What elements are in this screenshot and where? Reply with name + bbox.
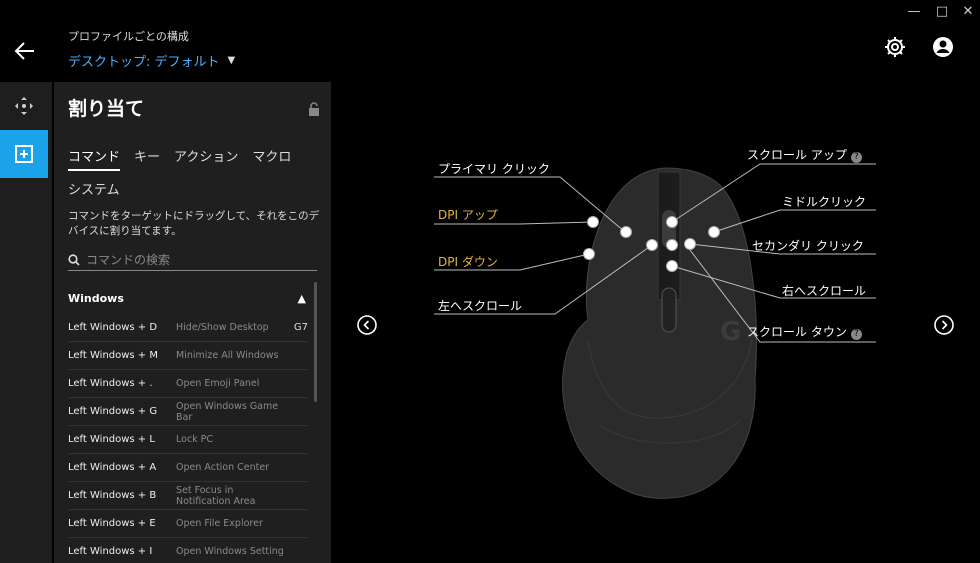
command-action: Lock PC	[176, 434, 214, 445]
maximize-button[interactable]: □	[932, 4, 952, 19]
command-search[interactable]: コマンドの検索	[68, 249, 317, 271]
tab-system[interactable]: システム	[68, 179, 120, 202]
chevron-up-icon: ▲	[297, 292, 306, 305]
assignments-panel: 割り当て コマンド キー アクション マクロ システム コマンドをターゲットにド…	[54, 82, 331, 563]
minimize-button[interactable]: —	[904, 4, 924, 19]
label-right-scroll[interactable]: 右へスクロール	[782, 282, 866, 299]
lock-icon[interactable]	[308, 102, 320, 116]
label-scroll-up-text: スクロール アップ	[747, 148, 847, 162]
panel-title: 割り当て	[68, 98, 145, 120]
command-key: Left Windows + I	[68, 546, 153, 557]
command-action: Open Windows Setting	[176, 546, 284, 557]
hotspot-scroll-down[interactable]	[666, 260, 678, 272]
command-action: Open Windows Game Bar	[176, 400, 279, 423]
command-row[interactable]: Left Windows + B Set Focus in Notificati…	[68, 482, 308, 510]
label-middle-click[interactable]: ミドルクリック	[782, 193, 866, 210]
command-row[interactable]: Left Windows + A Open Action Center	[68, 454, 308, 482]
back-button[interactable]	[12, 40, 38, 62]
command-key: Left Windows + E	[68, 518, 156, 529]
label-scroll-down[interactable]: スクロール タウン?	[747, 323, 862, 340]
add-square-icon	[15, 145, 33, 163]
command-key: Left Windows + A	[68, 462, 157, 473]
search-icon	[68, 253, 80, 266]
command-action: Open Emoji Panel	[176, 378, 260, 389]
brand-logo: G	[720, 317, 741, 347]
label-primary-click[interactable]: プライマリ クリック	[438, 160, 550, 177]
profile-value: デスクトップ: デフォルト	[68, 55, 220, 70]
group-header-windows[interactable]: Windows ▲	[68, 292, 306, 305]
rail-move-button[interactable]	[0, 82, 48, 130]
label-scroll-up[interactable]: スクロール アップ?	[747, 146, 862, 163]
command-assigned-tag: G7	[293, 322, 308, 333]
command-key: Left Windows + M	[68, 350, 158, 361]
command-action: Set Focus in Notification Area	[176, 484, 256, 507]
command-row[interactable]: Left Windows + D Hide/Show Desktop G7	[68, 314, 308, 342]
tab-keys[interactable]: キー	[134, 146, 160, 171]
hotspot-dpi-up[interactable]	[587, 216, 599, 228]
help-icon[interactable]: ?	[850, 152, 862, 163]
command-row[interactable]: Left Windows + M Minimize All Windows	[68, 342, 308, 370]
left-rail	[0, 82, 52, 563]
assign-description: コマンドをターゲットにドラッグして、それをこのデバイスに割り当てます。	[68, 210, 320, 237]
settings-button[interactable]	[884, 36, 906, 58]
label-scroll-down-text: スクロール タウン	[747, 325, 847, 339]
command-key: Left Windows + .	[68, 378, 153, 389]
command-key: Left Windows + G	[68, 406, 158, 417]
list-scrollbar[interactable]	[314, 282, 317, 402]
profile-dropdown[interactable]: デスクトップ: デフォルト ▼	[68, 51, 235, 70]
hotspot-middle-click[interactable]	[666, 239, 678, 251]
tab-actions[interactable]: アクション	[174, 146, 238, 171]
chevron-left-icon	[357, 315, 377, 335]
command-action: Open Action Center	[176, 462, 270, 473]
command-key: Left Windows + L	[68, 434, 155, 445]
command-row[interactable]: Left Windows + . Open Emoji Panel	[68, 370, 308, 398]
command-row[interactable]: Left Windows + L Lock PC	[68, 426, 308, 454]
close-button[interactable]: ✕	[958, 4, 978, 19]
help-icon[interactable]: ?	[850, 329, 862, 340]
command-list: Left Windows + D Hide/Show Desktop G7 Le…	[68, 314, 308, 563]
chevron-down-icon: ▼	[227, 55, 236, 66]
hotspot-primary-click[interactable]	[620, 226, 632, 238]
hotspot-secondary-click[interactable]	[708, 226, 720, 238]
gear-icon	[885, 37, 905, 57]
label-dpi-down[interactable]: DPI ダウン	[438, 253, 498, 270]
assign-tabs: コマンド キー アクション マクロ システム	[68, 146, 318, 202]
command-row[interactable]: Left Windows + E Open File Explorer	[68, 510, 308, 538]
tab-commands[interactable]: コマンド	[68, 146, 121, 171]
label-secondary-click[interactable]: セカンダリ クリック	[752, 237, 864, 254]
label-dpi-up[interactable]: DPI アップ	[438, 206, 498, 223]
account-button[interactable]	[932, 36, 954, 58]
profile-label: プロファイルごとの構成	[68, 30, 189, 43]
command-key: Left Windows + D	[68, 322, 158, 333]
command-action: Open File Explorer	[176, 518, 263, 529]
search-placeholder: コマンドの検索	[86, 253, 171, 267]
hotspot-dpi-down[interactable]	[583, 248, 595, 260]
command-row[interactable]: Left Windows + G Open Windows Game Bar	[68, 398, 308, 426]
group-title: Windows	[68, 292, 124, 305]
user-icon	[933, 37, 953, 57]
move-icon	[15, 97, 33, 115]
tab-macros[interactable]: マクロ	[252, 146, 291, 171]
hotspot-left-scroll[interactable]	[646, 239, 658, 251]
hotspot-right-scroll[interactable]	[684, 238, 696, 250]
chevron-right-icon	[934, 315, 954, 335]
label-left-scroll[interactable]: 左へスクロール	[438, 297, 522, 314]
command-action: Hide/Show Desktop	[176, 322, 269, 333]
arrow-left-icon	[14, 42, 34, 60]
hotspot-scroll-up[interactable]	[666, 216, 678, 228]
command-row[interactable]: Left Windows + I Open Windows Setting	[68, 538, 308, 563]
command-key: Left Windows + B	[68, 490, 157, 501]
next-device-button[interactable]	[934, 315, 954, 335]
prev-device-button[interactable]	[357, 315, 377, 335]
command-action: Minimize All Windows	[176, 350, 279, 361]
rail-assign-button[interactable]	[0, 130, 48, 178]
